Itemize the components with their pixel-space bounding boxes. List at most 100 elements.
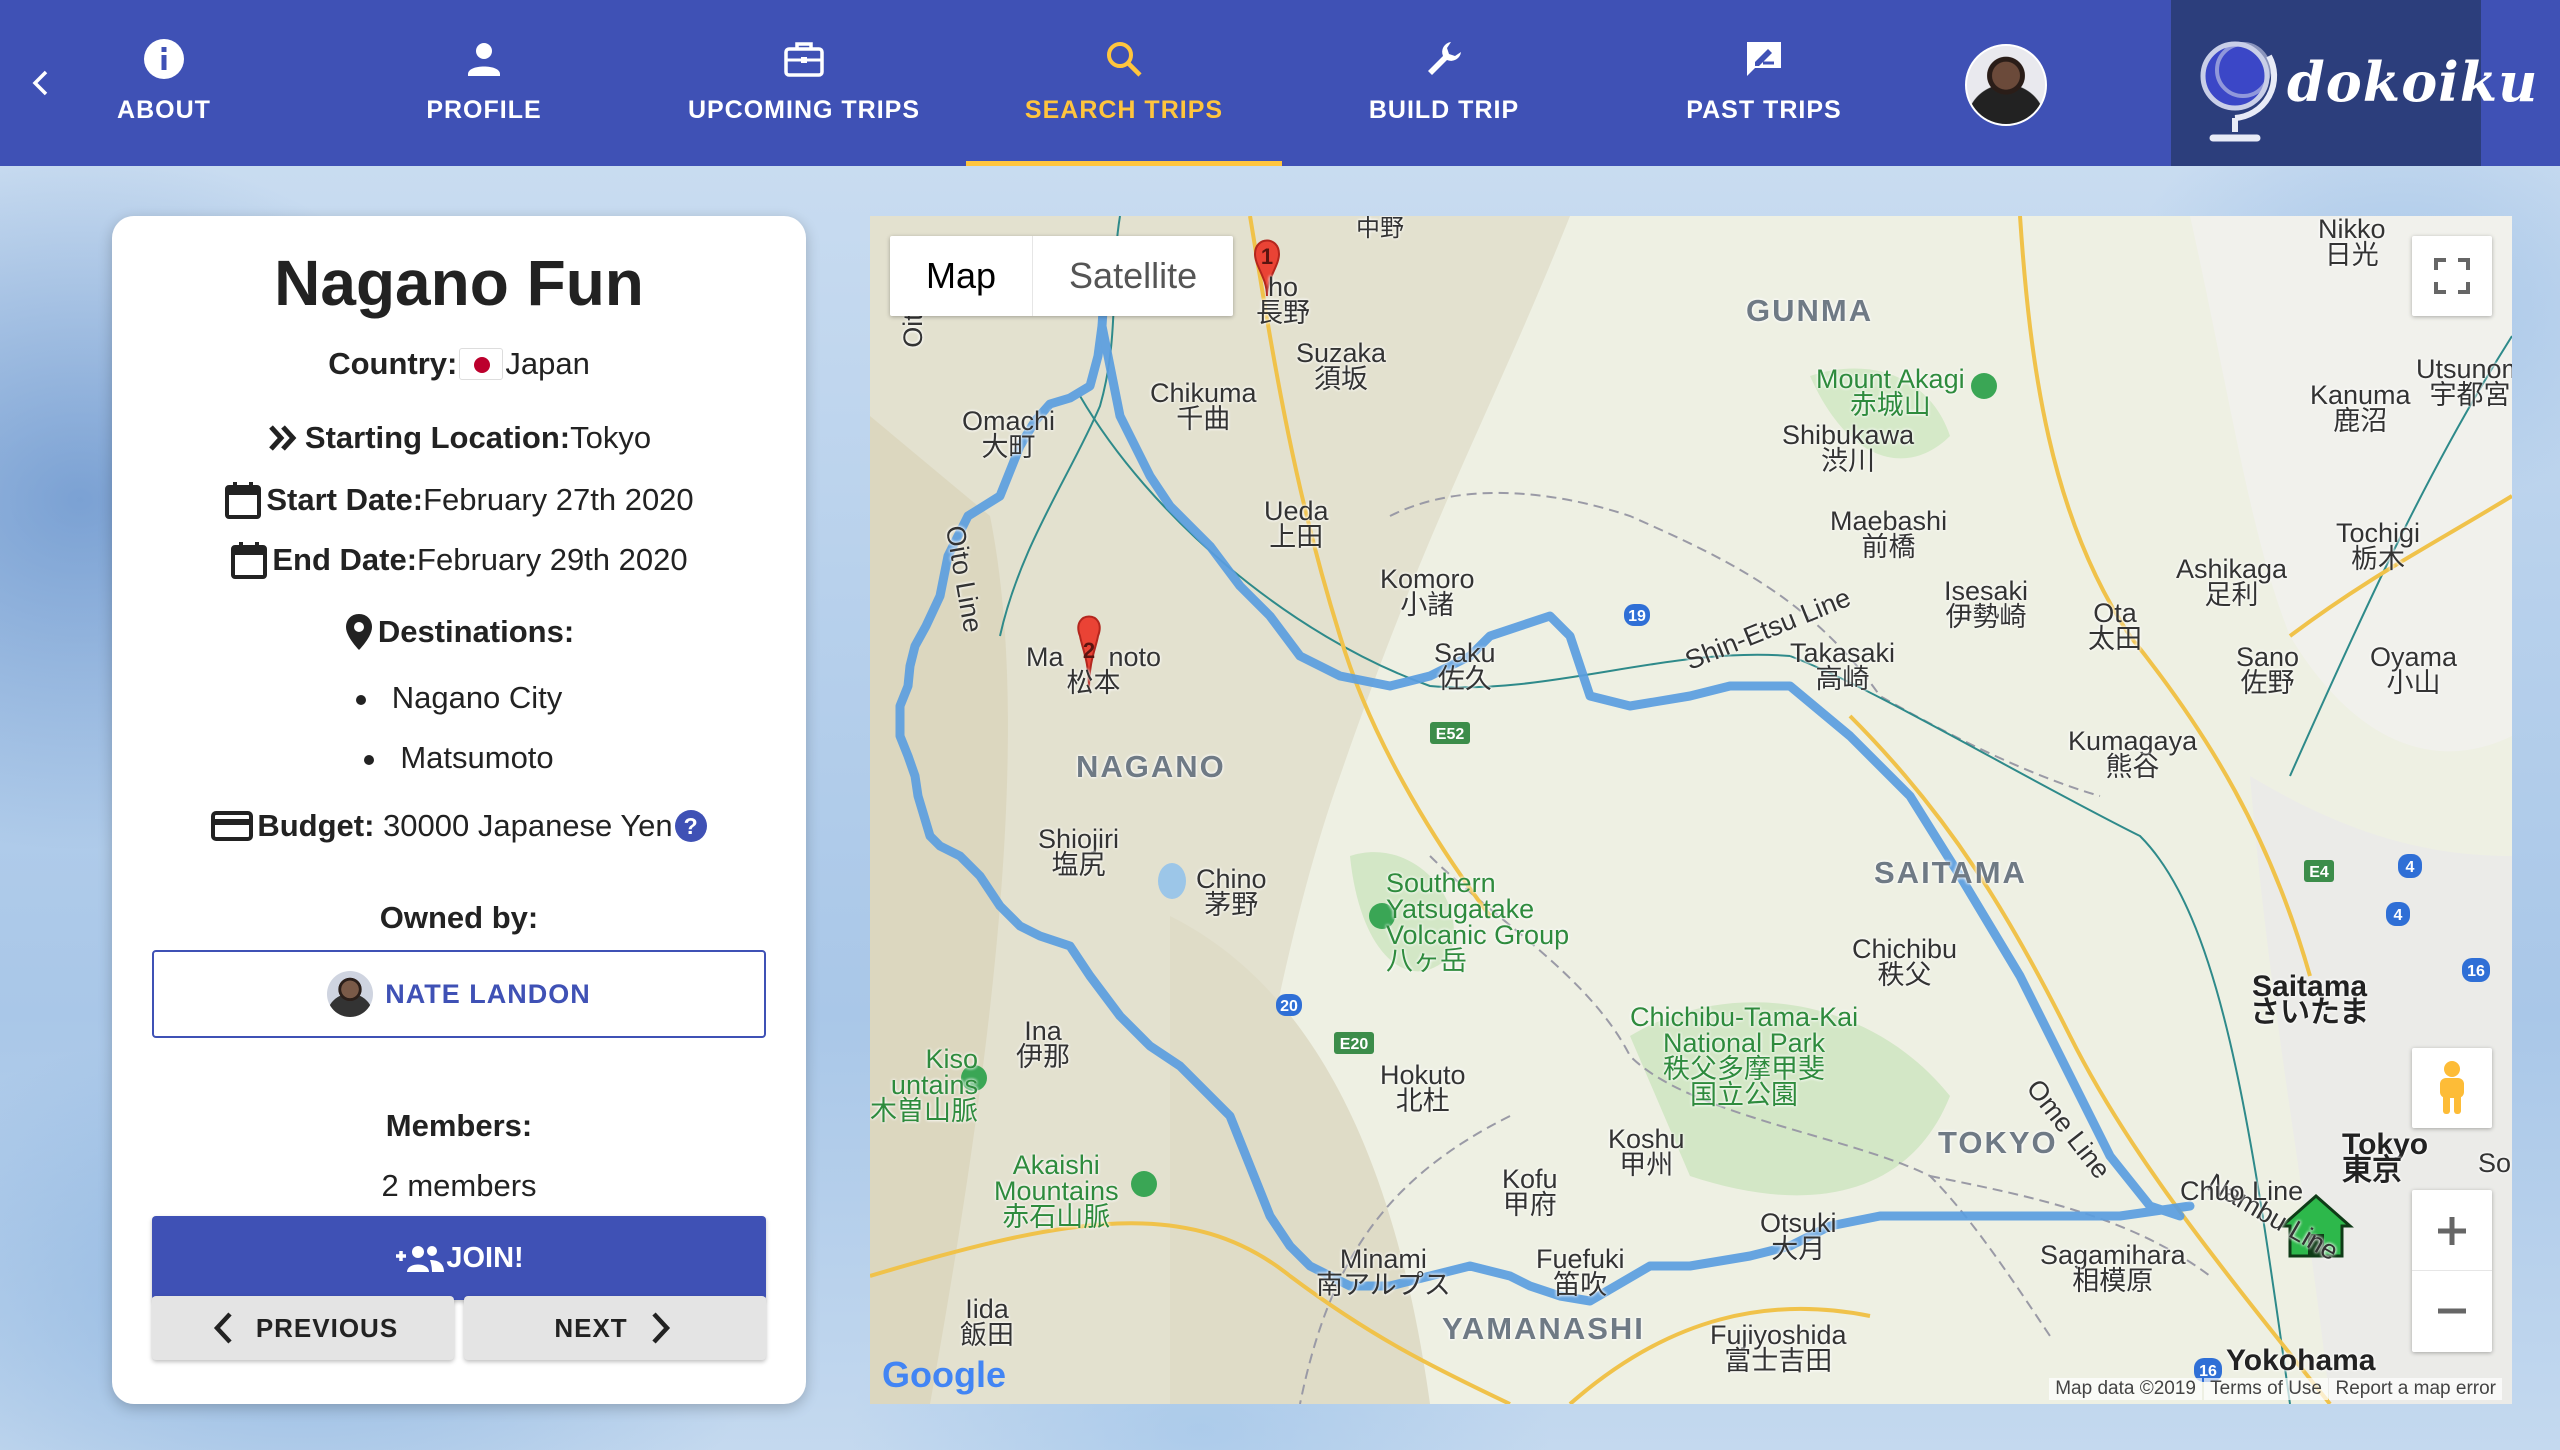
minus-icon (2438, 1308, 2466, 1314)
map-type-control: Map Satellite (890, 236, 1234, 316)
tab-past-trips[interactable]: PAST TRIPS (1604, 0, 1924, 166)
members-count: 2 members (381, 1168, 537, 1203)
tab-search-trips[interactable]: SEARCH TRIPS (964, 0, 1284, 166)
trip-card: Nagano Fun Country: Japan Starting Locat… (112, 216, 806, 1404)
tab-build-trip[interactable]: BUILD TRIP (1284, 0, 1604, 166)
owned-by-heading: Owned by: (112, 900, 806, 936)
svg-text:4: 4 (2406, 859, 2415, 876)
destination-item: Matsumoto (112, 740, 806, 776)
tab-profile[interactable]: PROFILE (324, 0, 644, 166)
map-label: Otsuki 大月 (1760, 1208, 1837, 1264)
map-label: Chino 茅野 (1196, 864, 1267, 920)
map-type-map-button[interactable]: Map (890, 236, 1034, 316)
plus-icon (2438, 1216, 2466, 1245)
members-heading: Members: (112, 1108, 806, 1144)
map-label: So (2478, 1148, 2512, 1178)
starting-location-value: Tokyo (570, 420, 652, 455)
next-label: NEXT (554, 1312, 628, 1343)
owner-avatar (327, 971, 374, 1017)
tab-label: PROFILE (426, 96, 542, 124)
map-label: Kiso untains 木曽山脈 (870, 1044, 978, 1126)
svg-text:4: 4 (2394, 907, 2403, 924)
map-label: Shibukawa 渋川 (1782, 420, 1915, 476)
map-label: Ota 太田 (2088, 598, 2142, 654)
map-label: Maebashi 前橋 (1830, 506, 1948, 562)
search-icon (1107, 42, 1142, 77)
brand-name: dokoiku (2287, 50, 2539, 114)
start-date-label: Start Date: (266, 482, 424, 517)
map-label: Tokyo 東京 (2342, 1128, 2429, 1187)
zoom-in-button[interactable] (2412, 1191, 2492, 1271)
map-label: Hokuto 北杜 (1380, 1060, 1466, 1116)
map-label: Minami 南アルプス (1316, 1244, 1451, 1300)
top-nav-bar: ABOUT PROFILE UPCOMING TRIPS SEARCH TRIP… (0, 0, 2560, 166)
map-label: Southern Yatsugatake Volcanic Group 八ヶ岳 (1386, 868, 1570, 976)
double-chevron-right-icon (269, 425, 297, 451)
country-label: Country: (328, 346, 458, 381)
map-label: Kumagaya 熊谷 (2068, 726, 2198, 782)
map-label: Utsunom宇都宮 (2416, 354, 2512, 410)
map-label: Sano 佐野 (2236, 642, 2300, 698)
map-label: Iida 飯田 (960, 1294, 1014, 1350)
tab-label: PAST TRIPS (1686, 96, 1842, 124)
owned-by-label: Owned by: (379, 900, 539, 935)
tab-label: BUILD TRIP (1368, 96, 1520, 124)
map-label: Chichibu-Tama-Kai National Park 秩父多摩甲斐 国立公園 (1630, 1002, 1859, 1110)
map-label: GUNMA (1746, 293, 1874, 328)
svg-text:20: 20 (1280, 998, 1298, 1015)
map-type-satellite-button[interactable]: Satellite (1033, 236, 1233, 316)
credit-card-icon (211, 811, 254, 841)
map-label: Fujiyoshida 富士吉田 (1710, 1320, 1847, 1376)
join-label: JOIN! (446, 1241, 524, 1274)
map-label: NAGANO (1076, 749, 1226, 784)
street-view-pegman-button[interactable] (2412, 1048, 2492, 1128)
japan-flag-icon (459, 348, 504, 380)
map-label: Kanuma 鹿沼 (2310, 380, 2411, 436)
tab-label: SEARCH TRIPS (1024, 96, 1224, 124)
owner-button[interactable]: NATE LANDON (152, 950, 766, 1038)
tab-upcoming-trips[interactable]: UPCOMING TRIPS (644, 0, 964, 166)
map-label: Shiojiri 塩尻 (1038, 824, 1120, 880)
next-button[interactable]: NEXT (464, 1296, 766, 1360)
tab-about[interactable]: ABOUT (4, 0, 324, 166)
svg-text:19: 19 (1628, 608, 1646, 625)
join-button[interactable]: JOIN! (152, 1216, 766, 1300)
briefcase-icon (784, 42, 824, 77)
location-pin-icon (345, 614, 372, 650)
google-logo: Google (882, 1354, 1006, 1395)
pegman-icon (2440, 1061, 2464, 1114)
map-label: ho 長野 (1256, 272, 1310, 328)
svg-text:1: 1 (1261, 244, 1273, 269)
user-avatar[interactable] (1965, 44, 2047, 126)
destinations-label: Destinations: (377, 614, 575, 649)
help-icon[interactable]: ? (674, 810, 707, 842)
end-date-row: End Date: February 29th 2020 (112, 540, 806, 580)
chevron-left-icon (213, 1312, 232, 1344)
start-date-value: February 27th 2020 (423, 482, 694, 517)
map-label: Saku 佐久 (1434, 638, 1496, 694)
map-label: Ashikaga 足利 (2176, 554, 2288, 610)
start-date-row: Start Date: February 27th 2020 (112, 480, 806, 520)
report-map-error-link[interactable]: Report a map error (2329, 1378, 2502, 1400)
map-label: 中野 (1356, 216, 1404, 242)
map-label: Akaishi Mountains 赤石山脈 (994, 1150, 1119, 1232)
tab-label: ABOUT (117, 96, 211, 124)
previous-button[interactable]: PREVIOUS (152, 1296, 454, 1360)
map-label: Ina 伊那 (1016, 1016, 1070, 1072)
members-label: Members: (385, 1108, 533, 1143)
map-view[interactable]: 1 2 19 20 E52 E20 E4 4 4 16 16 中野 ho 長野 … (870, 216, 2512, 1404)
svg-text:E4: E4 (2309, 864, 2329, 881)
svg-text:16: 16 (2467, 963, 2485, 980)
budget-value: 30000 Japanese Yen (383, 808, 673, 843)
fullscreen-icon (2434, 258, 2470, 294)
zoom-out-button[interactable] (2412, 1271, 2492, 1351)
map-label: Ueda 上田 (1264, 496, 1329, 552)
terms-of-use-link[interactable]: Terms of Use (2204, 1378, 2328, 1400)
fullscreen-button[interactable] (2412, 236, 2492, 316)
map-label: Oyama 小山 (2370, 642, 2458, 698)
previous-label: PREVIOUS (255, 1312, 399, 1343)
info-icon (144, 39, 184, 79)
map-label: SAITAMA (1874, 855, 2027, 890)
tab-label: UPCOMING TRIPS (687, 96, 921, 124)
map-label: Koshu 甲州 (1608, 1124, 1685, 1180)
